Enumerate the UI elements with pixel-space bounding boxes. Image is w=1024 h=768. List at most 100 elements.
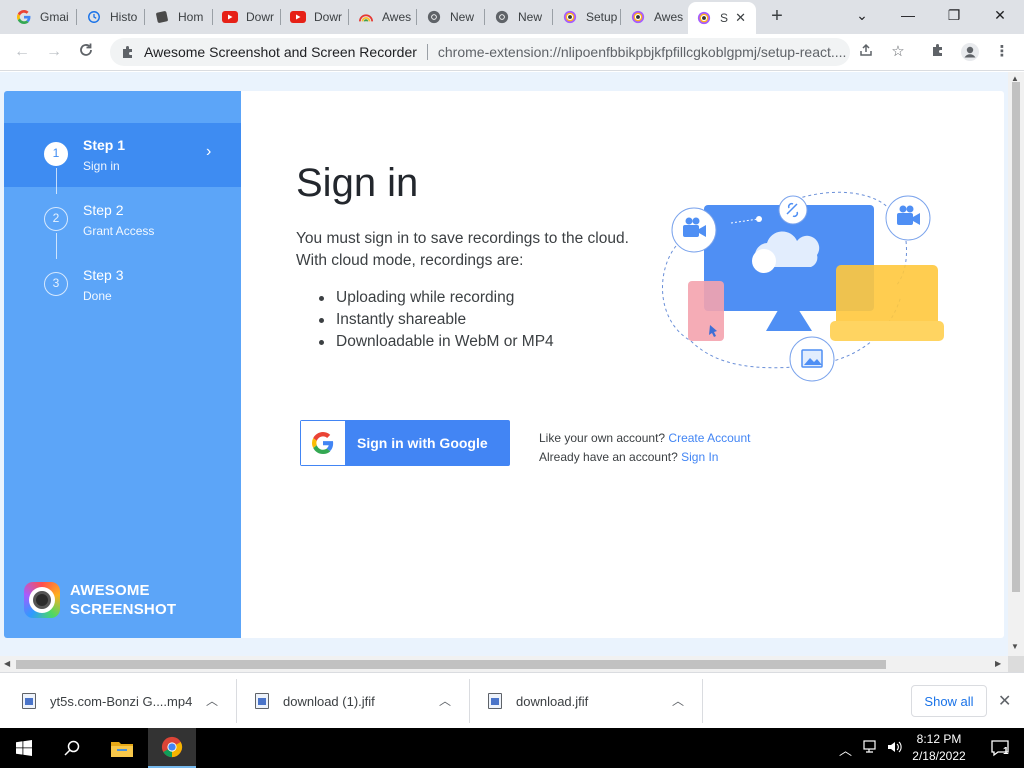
tab-history[interactable]: Histo: [78, 0, 142, 34]
network-icon[interactable]: [863, 740, 879, 757]
profile-avatar-icon[interactable]: [960, 42, 980, 62]
tab-separator: [144, 9, 145, 25]
minimize-button[interactable]: —: [886, 4, 930, 28]
step-sign-in[interactable]: 1 Step 1 Sign in ›: [4, 123, 241, 187]
volume-icon[interactable]: [887, 740, 903, 757]
menu-kebab-icon[interactable]: ⋮: [992, 42, 1012, 62]
address-origin: Awesome Screenshot and Screen Recorder: [144, 44, 417, 60]
awesome-screenshot-icon: [696, 10, 712, 26]
step-number: 3: [44, 272, 68, 296]
history-icon: [86, 9, 102, 25]
intro-text: You must sign in to save recordings to t…: [296, 230, 629, 269]
tab-awesome-1[interactable]: Awes: [350, 0, 414, 34]
download-item[interactable]: download (1).jfif ︿: [255, 673, 455, 729]
tab-separator: [76, 9, 77, 25]
have-account-prompt: Already have an account?: [539, 450, 678, 464]
brand-line-2: SCREENSHOT: [70, 601, 177, 618]
chrome-taskbar-icon[interactable]: [148, 728, 196, 768]
tab-label: New: [450, 10, 475, 24]
reload-icon: [80, 43, 92, 56]
step-title: Step 1: [83, 137, 126, 153]
vertical-scrollbar[interactable]: ▲ ▼: [1008, 72, 1024, 656]
system-clock[interactable]: 8:12 PM 2/18/2022: [912, 731, 966, 765]
sign-in-link[interactable]: Sign In: [681, 450, 718, 464]
forward-button[interactable]: →: [44, 42, 64, 62]
step-title: Step 2: [83, 202, 124, 218]
rainbow-icon: [358, 9, 374, 25]
close-window-button[interactable]: ✕: [978, 4, 1022, 28]
tab-home[interactable]: Hom: [146, 0, 210, 34]
restore-button[interactable]: ❐: [932, 4, 976, 28]
tab-separator: [552, 9, 553, 25]
tab-label: Awes: [382, 10, 412, 24]
chevron-up-icon[interactable]: ︿: [439, 692, 451, 709]
address-bar[interactable]: Awesome Screenshot and Screen Recorder c…: [110, 38, 850, 66]
reload-button[interactable]: [76, 42, 96, 62]
chevron-up-icon[interactable]: ︿: [206, 692, 218, 709]
tab-active-setup[interactable]: S ✕: [688, 2, 756, 34]
step-title: Step 3: [83, 267, 124, 283]
scroll-down-arrow-icon[interactable]: ▼: [1011, 642, 1019, 651]
tab-search-button[interactable]: ⌄: [840, 4, 884, 28]
download-item[interactable]: download.jfif ︿: [488, 673, 688, 729]
step-grant-access[interactable]: 2 Step 2 Grant Access: [4, 188, 241, 252]
list-item: Downloadable in WebM or MP4: [296, 331, 554, 353]
new-tab-button[interactable]: +: [766, 6, 788, 28]
download-shelf: yt5s.com-Bonzi G....mp4 ︿ download (1).j…: [0, 672, 1024, 728]
vertical-scroll-thumb[interactable]: [1012, 82, 1020, 592]
bookmark-star-icon[interactable]: ☆: [888, 42, 908, 62]
extensions-icon[interactable]: [928, 42, 948, 62]
horizontal-scroll-thumb[interactable]: [16, 660, 886, 669]
tab-label: Dowr: [314, 10, 343, 24]
step-subtitle: Sign in: [83, 159, 120, 173]
tab-setup[interactable]: Setup: [554, 0, 618, 34]
cloud-recording-illustration: [662, 191, 944, 382]
address-url: chrome-extension://nlipoenfbbikpbjkfpfil…: [437, 44, 847, 60]
close-tab-icon[interactable]: ✕: [735, 10, 746, 26]
tab-awesome-2[interactable]: Awes: [622, 0, 686, 34]
share-icon[interactable]: [856, 42, 876, 62]
tab-separator: [212, 9, 213, 25]
browser-toolbar: ← → Awesome Screenshot and Screen Record…: [0, 34, 1024, 71]
tab-label: New: [518, 10, 543, 24]
tab-new-2[interactable]: New: [486, 0, 550, 34]
tab-label: Gmai: [40, 10, 69, 24]
sign-in-with-google-button[interactable]: Sign in with Google: [300, 420, 510, 466]
notifications-icon[interactable]: 1: [976, 728, 1024, 768]
youtube-icon: [290, 9, 306, 25]
chevron-up-tray-icon[interactable]: ︿: [839, 740, 852, 759]
search-icon[interactable]: [48, 728, 96, 768]
close-shelf-icon[interactable]: ✕: [998, 691, 1011, 711]
awesome-screenshot-icon: [630, 9, 646, 25]
awesome-screenshot-icon: [562, 9, 578, 25]
file-icon: [488, 693, 502, 709]
download-item[interactable]: yt5s.com-Bonzi G....mp4 ︿: [22, 673, 222, 729]
list-item: Instantly shareable: [296, 309, 554, 331]
tab-new-1[interactable]: New: [418, 0, 482, 34]
tab-gmail[interactable]: Gmai: [8, 0, 70, 34]
scroll-right-arrow-icon[interactable]: ▶: [995, 659, 1001, 668]
download-separator: [702, 679, 703, 723]
own-account-prompt: Like your own account?: [539, 431, 666, 445]
tab-separator: [348, 9, 349, 25]
clock-time: 8:12 PM: [916, 732, 962, 746]
horizontal-scrollbar[interactable]: ◀ ▶: [0, 656, 1008, 672]
chevron-right-icon: ›: [206, 143, 212, 160]
google-icon: [16, 9, 32, 25]
file-explorer-icon[interactable]: [98, 728, 146, 768]
file-icon: [22, 693, 36, 709]
create-account-link[interactable]: Create Account: [668, 431, 750, 445]
tab-download-1[interactable]: Dowr: [214, 0, 278, 34]
back-button[interactable]: ←: [12, 42, 32, 62]
address-divider: [426, 44, 428, 60]
show-all-button[interactable]: Show all: [911, 685, 987, 717]
download-separator: [236, 679, 237, 723]
tab-download-2[interactable]: Dowr: [282, 0, 346, 34]
scroll-left-arrow-icon[interactable]: ◀: [4, 659, 10, 668]
home-favicon-icon: [154, 9, 170, 25]
chevron-up-icon[interactable]: ︿: [672, 692, 684, 709]
step-subtitle: Grant Access: [83, 224, 155, 238]
file-icon: [255, 693, 269, 709]
windows-start-icon[interactable]: [0, 728, 48, 768]
step-done[interactable]: 3 Step 3 Done: [4, 253, 241, 317]
